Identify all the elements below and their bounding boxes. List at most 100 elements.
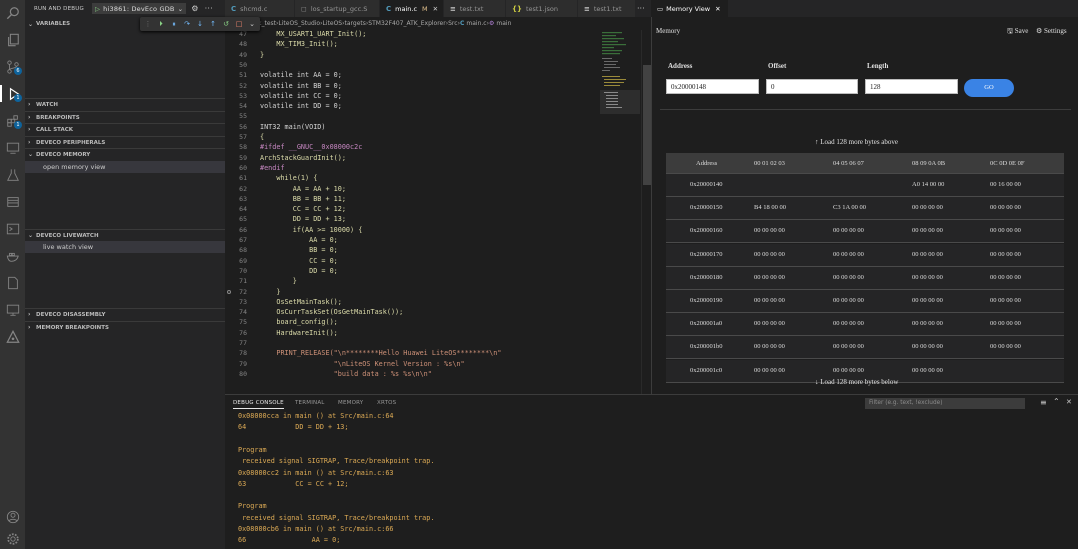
byte-group[interactable]: 00 00 00 00 bbox=[990, 320, 1021, 327]
byte-group[interactable]: 00 00 00 00 bbox=[754, 320, 785, 327]
byte-group[interactable]: 00 00 00 00 bbox=[990, 274, 1021, 281]
console-filter-input[interactable]: Filter (e.g. text, !exclude) bbox=[865, 398, 1025, 409]
byte-group[interactable]: 00 00 00 00 bbox=[990, 204, 1021, 211]
tab-los-startup[interactable]: ◻ los_startup_gcc.S bbox=[295, 0, 380, 17]
load-below-link[interactable]: ↓ Load 128 more bytes below bbox=[815, 378, 898, 386]
drag-handle-icon[interactable]: ⋮ bbox=[142, 18, 154, 30]
tab-test-txt[interactable]: ≡ test.txt bbox=[444, 0, 506, 17]
breadcrumb-item[interactable]: STM32F407_ATK_Explorer bbox=[368, 20, 445, 27]
close-icon[interactable]: ✕ bbox=[433, 5, 438, 13]
breadcrumb-item[interactable]: k_test bbox=[258, 20, 276, 27]
breadcrumb-item[interactable]: Src bbox=[448, 20, 457, 27]
pause-icon[interactable]: ⏸ bbox=[168, 18, 180, 30]
stop-icon[interactable]: □ bbox=[233, 18, 245, 30]
chevron-up-icon[interactable]: ⌃ bbox=[1053, 397, 1060, 406]
byte-group[interactable]: 00 00 00 00 bbox=[912, 274, 943, 281]
go-button[interactable]: GO bbox=[964, 79, 1014, 97]
chevron-down-icon[interactable]: ⌄ bbox=[178, 5, 184, 13]
byte-group[interactable]: 00 00 00 00 bbox=[990, 251, 1021, 258]
tab-memory[interactable]: MEMORY bbox=[338, 400, 363, 406]
section-deveco-memory[interactable]: ⌄ DEVECO MEMORY bbox=[25, 148, 225, 160]
start-debug-icon[interactable]: ▷ bbox=[95, 5, 100, 13]
scrollbar-thumb[interactable] bbox=[643, 65, 651, 185]
byte-group[interactable]: 00 00 00 00 bbox=[833, 367, 864, 374]
byte-group[interactable]: 00 00 00 00 bbox=[833, 297, 864, 304]
section-call-stack[interactable]: › CALL STACK bbox=[25, 123, 225, 135]
continue-icon[interactable]: ⏵ bbox=[155, 18, 167, 30]
address-input[interactable]: 0x20000148 bbox=[666, 79, 759, 94]
byte-group[interactable]: 00 00 00 00 bbox=[833, 320, 864, 327]
byte-group[interactable]: 00 00 00 00 bbox=[990, 227, 1021, 234]
run-debug-icon[interactable]: 1 bbox=[0, 85, 25, 102]
breadcrumb-item[interactable]: main bbox=[496, 20, 511, 27]
tab-xrtos[interactable]: XRTOS bbox=[377, 400, 396, 406]
live-watch-view-item[interactable]: live watch view bbox=[25, 241, 225, 253]
byte-group[interactable]: 00 00 00 00 bbox=[990, 343, 1021, 350]
search-icon[interactable] bbox=[4, 4, 21, 21]
tab-test1-json[interactable]: {} test1.json bbox=[506, 0, 578, 17]
debug-console-output[interactable]: 0x08000cca in main () at Src/main.c:64 64… bbox=[225, 411, 1078, 549]
byte-group[interactable]: A0 14 00 00 bbox=[912, 181, 944, 188]
section-breakpoints[interactable]: › BREAKPOINTS bbox=[25, 111, 225, 123]
minimap[interactable] bbox=[600, 30, 640, 130]
byte-group[interactable]: 00 00 00 00 bbox=[912, 297, 943, 304]
byte-group[interactable]: 00 00 00 00 bbox=[754, 297, 785, 304]
tab-terminal[interactable]: TERMINAL bbox=[295, 400, 325, 406]
byte-group[interactable]: 00 00 00 00 bbox=[754, 274, 785, 281]
byte-group[interactable]: 00 00 00 00 bbox=[912, 343, 943, 350]
byte-group[interactable]: 00 00 00 00 bbox=[833, 343, 864, 350]
deveco-icon[interactable] bbox=[4, 328, 21, 345]
close-icon[interactable]: ✕ bbox=[715, 5, 720, 13]
restart-icon[interactable]: ↺ bbox=[220, 18, 232, 30]
settings-gear-icon[interactable] bbox=[4, 530, 21, 547]
open-memory-view-item[interactable]: open memory view bbox=[25, 161, 225, 173]
section-memory-breakpoints[interactable]: › MEMORY BREAKPOINTS bbox=[25, 321, 225, 333]
byte-group[interactable]: 00 00 00 00 bbox=[912, 320, 943, 327]
byte-group[interactable]: 00 00 00 00 bbox=[833, 251, 864, 258]
source-control-icon[interactable]: 6 bbox=[4, 58, 22, 75]
monitor-icon[interactable] bbox=[4, 301, 21, 318]
byte-group[interactable]: 00 00 00 00 bbox=[912, 251, 943, 258]
chevron-down-icon[interactable]: ⌄ bbox=[246, 18, 258, 30]
section-deveco-peripherals[interactable]: › DEVECO PERIPHERALS bbox=[25, 136, 225, 148]
terminal-icon[interactable] bbox=[4, 220, 21, 237]
tab-shcmd[interactable]: Cshcmd.c bbox=[225, 0, 295, 17]
byte-group[interactable]: B4 18 00 00 bbox=[754, 204, 786, 211]
byte-group[interactable]: 00 00 00 00 bbox=[833, 274, 864, 281]
byte-group[interactable]: 00 00 00 00 bbox=[912, 204, 943, 211]
close-icon[interactable]: ✕ bbox=[1066, 398, 1072, 406]
account-icon[interactable] bbox=[4, 508, 21, 525]
more-actions-icon[interactable]: ··· bbox=[205, 4, 213, 13]
tab-main-c[interactable]: Cmain.c M ✕ bbox=[380, 0, 444, 17]
step-over-icon[interactable]: ↷ bbox=[181, 18, 193, 30]
code-editor[interactable]: 47 MX_USART1_UART_Init(); 48 MX_TIM3_Init… bbox=[225, 30, 651, 394]
length-input[interactable]: 128 bbox=[865, 79, 958, 94]
clear-console-icon[interactable]: ≡ bbox=[1040, 398, 1047, 407]
section-deveco-disassembly[interactable]: › DEVECO DISASSEMBLY bbox=[25, 308, 225, 320]
byte-group[interactable]: 00 00 00 00 bbox=[754, 251, 785, 258]
breadcrumb-item[interactable]: LiteOS_Studio bbox=[278, 20, 320, 27]
offset-input[interactable]: 0 bbox=[766, 79, 858, 94]
extensions-icon[interactable]: 1 bbox=[4, 112, 22, 129]
byte-group[interactable]: 00 00 00 00 bbox=[990, 297, 1021, 304]
testing-icon[interactable] bbox=[4, 166, 21, 183]
file-icon[interactable] bbox=[4, 274, 21, 291]
tab-memory-view[interactable]: ▭ Memory View ✕ bbox=[651, 0, 729, 17]
breadcrumb-item[interactable]: targets bbox=[345, 20, 366, 27]
byte-group[interactable]: 00 00 00 00 bbox=[912, 367, 943, 374]
settings-button[interactable]: ⚙ Settings bbox=[1036, 27, 1067, 35]
load-above-link[interactable]: ↑ Load 128 more bytes above bbox=[815, 138, 898, 146]
byte-group[interactable]: C3 1A 00 00 bbox=[833, 204, 866, 211]
breadcrumb-item[interactable]: LiteOS bbox=[323, 20, 343, 27]
breadcrumb-item[interactable]: main.c bbox=[466, 20, 486, 27]
explorer-icon[interactable] bbox=[4, 31, 21, 48]
breakpoint-hint-icon[interactable] bbox=[227, 289, 231, 294]
byte-group[interactable]: 00 00 00 00 bbox=[833, 227, 864, 234]
debug-config-select[interactable]: ▷ hi3861: DevEco GDB ⌄ bbox=[91, 3, 187, 14]
byte-group[interactable]: 00 00 00 00 bbox=[754, 367, 785, 374]
byte-group[interactable]: 00 00 00 00 bbox=[754, 343, 785, 350]
step-into-icon[interactable]: ↓ bbox=[194, 18, 206, 30]
gear-icon[interactable]: ⚙ bbox=[191, 4, 198, 13]
remote-explorer-icon[interactable] bbox=[4, 139, 21, 156]
editor-scrollbar[interactable] bbox=[641, 30, 651, 394]
